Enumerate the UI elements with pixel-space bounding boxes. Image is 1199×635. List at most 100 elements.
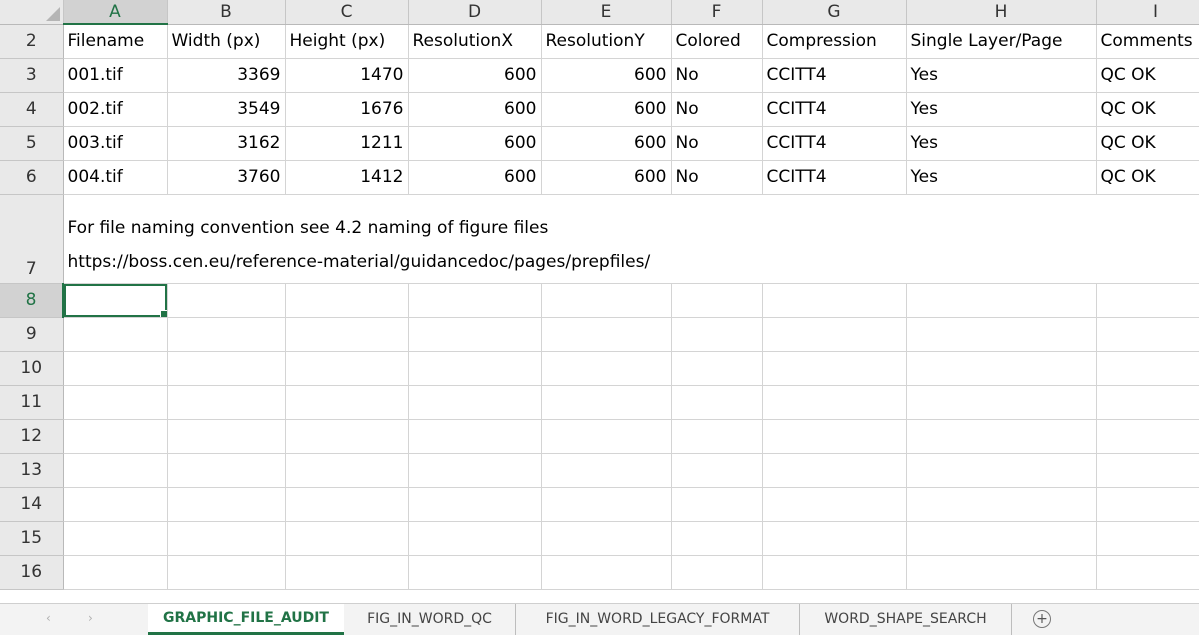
- cell[interactable]: Height (px): [285, 24, 409, 59]
- cell[interactable]: [285, 521, 409, 556]
- row-header[interactable]: 12: [0, 419, 64, 454]
- cell[interactable]: [671, 283, 763, 318]
- cell[interactable]: [541, 555, 672, 590]
- cell[interactable]: [63, 555, 168, 590]
- cell[interactable]: [285, 453, 409, 488]
- row-header[interactable]: 5: [0, 126, 64, 161]
- row-header[interactable]: 10: [0, 351, 64, 386]
- cell[interactable]: [63, 521, 168, 556]
- cell[interactable]: [906, 521, 1097, 556]
- cell[interactable]: 1676: [285, 92, 409, 127]
- cell[interactable]: [167, 521, 286, 556]
- cell[interactable]: No: [671, 92, 763, 127]
- cell[interactable]: [63, 317, 168, 352]
- cell[interactable]: No: [671, 126, 763, 161]
- cell[interactable]: [408, 521, 542, 556]
- cell[interactable]: [1096, 419, 1199, 454]
- cell[interactable]: [671, 351, 763, 386]
- cell[interactable]: Yes: [906, 92, 1097, 127]
- cell[interactable]: QC OK: [1096, 58, 1199, 93]
- cell[interactable]: Width (px): [167, 24, 286, 59]
- cell[interactable]: [541, 487, 672, 522]
- cell[interactable]: [408, 419, 542, 454]
- select-all-corner[interactable]: [0, 0, 64, 25]
- add-sheet-icon[interactable]: +: [1033, 610, 1051, 628]
- cell[interactable]: 002.tif: [63, 92, 168, 127]
- cell[interactable]: [1096, 317, 1199, 352]
- cell[interactable]: [285, 487, 409, 522]
- cell[interactable]: No: [671, 58, 763, 93]
- cell[interactable]: Single Layer/Page: [906, 24, 1097, 59]
- cell[interactable]: [762, 385, 907, 420]
- cell[interactable]: [671, 453, 763, 488]
- cell[interactable]: [541, 521, 672, 556]
- cell[interactable]: 600: [408, 160, 542, 195]
- cell[interactable]: [285, 317, 409, 352]
- cell[interactable]: [762, 317, 907, 352]
- cell[interactable]: [541, 351, 672, 386]
- cell[interactable]: [167, 283, 286, 318]
- cell[interactable]: Colored: [671, 24, 763, 59]
- cell[interactable]: [285, 385, 409, 420]
- cell[interactable]: [906, 487, 1097, 522]
- cell[interactable]: [285, 419, 409, 454]
- cell[interactable]: 3549: [167, 92, 286, 127]
- cell[interactable]: ResolutionX: [408, 24, 542, 59]
- cell[interactable]: Filename: [63, 24, 168, 59]
- cell[interactable]: [63, 385, 168, 420]
- column-header-b[interactable]: B: [167, 0, 286, 25]
- row-header[interactable]: 13: [0, 453, 64, 488]
- cell[interactable]: [1096, 555, 1199, 590]
- cell[interactable]: Comments: [1096, 24, 1199, 59]
- cell[interactable]: QC OK: [1096, 126, 1199, 161]
- cell[interactable]: [671, 419, 763, 454]
- note-cell[interactable]: For file naming convention see 4.2 namin…: [63, 194, 1199, 284]
- cell[interactable]: [541, 385, 672, 420]
- cell[interactable]: QC OK: [1096, 160, 1199, 195]
- cell[interactable]: [671, 555, 763, 590]
- cell[interactable]: Yes: [906, 126, 1097, 161]
- cell[interactable]: CCITT4: [762, 126, 907, 161]
- cell[interactable]: [541, 419, 672, 454]
- cell[interactable]: 001.tif: [63, 58, 168, 93]
- row-header[interactable]: 9: [0, 317, 64, 352]
- cell[interactable]: Compression: [762, 24, 907, 59]
- cell[interactable]: [285, 555, 409, 590]
- row-header[interactable]: 4: [0, 92, 64, 127]
- cell[interactable]: [167, 487, 286, 522]
- cell[interactable]: [541, 283, 672, 318]
- cell[interactable]: [1096, 283, 1199, 318]
- cell[interactable]: [408, 453, 542, 488]
- fill-handle[interactable]: [159, 309, 166, 316]
- column-header-c[interactable]: C: [285, 0, 409, 25]
- cell[interactable]: [671, 385, 763, 420]
- cell[interactable]: [762, 487, 907, 522]
- cell[interactable]: 600: [541, 58, 672, 93]
- cell[interactable]: CCITT4: [762, 58, 907, 93]
- cell[interactable]: [671, 487, 763, 522]
- cell[interactable]: [285, 351, 409, 386]
- cell[interactable]: [762, 453, 907, 488]
- row-header[interactable]: 14: [0, 487, 64, 522]
- cell[interactable]: [906, 453, 1097, 488]
- cell[interactable]: [541, 317, 672, 352]
- cell[interactable]: [671, 317, 763, 352]
- cell[interactable]: [762, 419, 907, 454]
- column-header-a[interactable]: A: [63, 0, 168, 25]
- row-header[interactable]: 2: [0, 24, 64, 59]
- cell[interactable]: [762, 351, 907, 386]
- cell[interactable]: No: [671, 160, 763, 195]
- cell[interactable]: [1096, 385, 1199, 420]
- active-cell[interactable]: [63, 283, 168, 318]
- cell[interactable]: [671, 521, 763, 556]
- cell[interactable]: [167, 351, 286, 386]
- cell[interactable]: [408, 385, 542, 420]
- cell[interactable]: [762, 521, 907, 556]
- cell[interactable]: [906, 555, 1097, 590]
- cell[interactable]: CCITT4: [762, 160, 907, 195]
- cell[interactable]: 1470: [285, 58, 409, 93]
- cell[interactable]: [906, 419, 1097, 454]
- tab-fig-in-word-qc[interactable]: FIG_IN_WORD_QC: [344, 604, 516, 635]
- cell[interactable]: [63, 419, 168, 454]
- cell[interactable]: [762, 555, 907, 590]
